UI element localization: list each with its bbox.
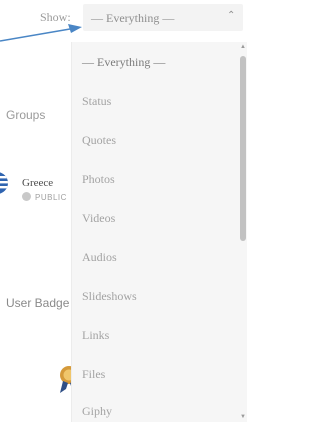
scroll-up-icon[interactable]: ▲ — [240, 44, 246, 50]
scrollbar-thumb[interactable] — [240, 56, 246, 241]
groups-heading: Groups — [6, 108, 46, 122]
group-privacy: PUBLIC — [22, 192, 67, 202]
show-label: Show: — [40, 10, 71, 24]
option-audios[interactable]: Audios — [82, 250, 117, 265]
option-videos[interactable]: Videos — [82, 211, 115, 226]
show-filter-dropdown[interactable]: — Everything — Status Quotes Photos Vide… — [71, 42, 247, 422]
option-status[interactable]: Status — [82, 94, 111, 109]
option-everything[interactable]: — Everything — — [82, 55, 165, 70]
option-slideshows[interactable]: Slideshows — [82, 289, 137, 304]
globe-icon — [22, 192, 31, 201]
caret-up-icon: ⌃ — [227, 10, 236, 21]
option-photos[interactable]: Photos — [82, 172, 115, 187]
dropdown-scrollbar[interactable]: ▲ ▼ — [239, 42, 247, 422]
greece-flag-icon[interactable] — [0, 172, 8, 194]
user-badges-heading: User Badge — [6, 296, 70, 310]
option-giphy[interactable]: Giphy — [82, 404, 112, 419]
scroll-down-icon[interactable]: ▼ — [240, 414, 246, 420]
group-name-link[interactable]: Greece — [22, 177, 53, 189]
show-filter-select[interactable]: — Everything — ⌃ — [83, 4, 243, 31]
option-files[interactable]: Files — [82, 367, 105, 382]
select-current-value: — Everything — — [91, 11, 175, 25]
option-quotes[interactable]: Quotes — [82, 133, 116, 148]
option-links[interactable]: Links — [82, 328, 109, 343]
group-privacy-label: PUBLIC — [35, 193, 67, 202]
